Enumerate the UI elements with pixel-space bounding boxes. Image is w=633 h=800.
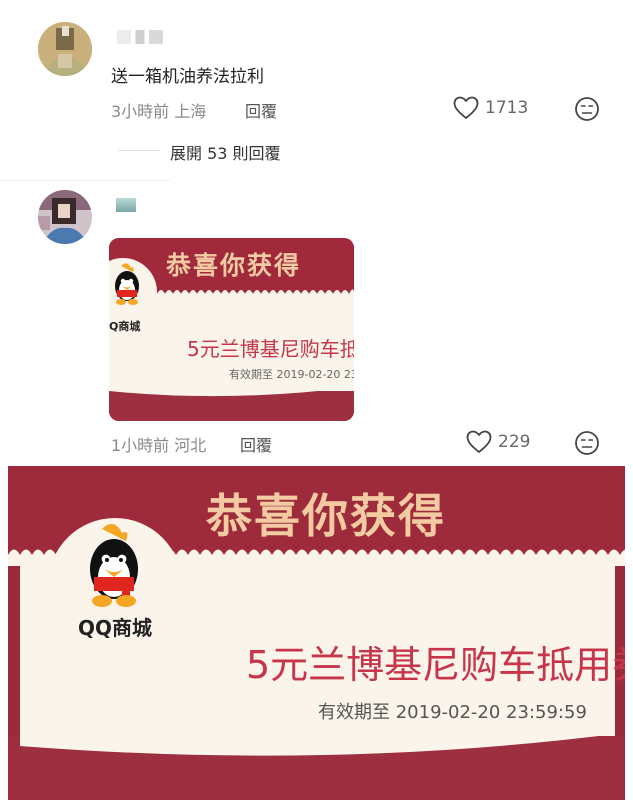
coupon-value: 5元兰博基尼购车抵 — [187, 337, 354, 361]
like-button[interactable]: 1713 — [453, 96, 528, 120]
reply-button[interactable]: 回覆 — [240, 432, 272, 456]
comment-time: 3小時前 — [111, 102, 170, 121]
coupon-title: 恭喜你获得 — [206, 489, 446, 543]
reaction-button[interactable] — [574, 430, 600, 460]
avatar[interactable] — [38, 22, 92, 76]
heart-icon — [466, 430, 492, 453]
username-blurred[interactable] — [117, 30, 163, 44]
coupon-wave — [109, 385, 354, 397]
coupon-title: 恭喜你获得 — [166, 251, 302, 280]
comment-location: 河北 — [174, 436, 207, 455]
comment-meta: 1小時前 河北 — [111, 432, 206, 456]
coupon-image-thumbnail[interactable]: 恭喜你获得 Q商城 5元兰博基尼购车抵 有效期至 2019-02-20 23 — [109, 238, 354, 421]
emoji-neutral-icon — [575, 431, 599, 455]
avatar-image — [38, 22, 92, 76]
reaction-button[interactable] — [574, 96, 600, 126]
comment-location: 上海 — [174, 102, 207, 121]
username-blurred[interactable] — [116, 198, 136, 212]
expand-replies-button[interactable]: 展開 53 則回覆 — [170, 140, 281, 164]
avatar-image — [38, 190, 92, 244]
coupon-expiry: 有效期至 2019-02-20 23:59:59 — [318, 702, 587, 723]
coupon-brand: Q商城 — [109, 320, 141, 333]
coupon-wave — [20, 728, 615, 756]
like-count: 1713 — [485, 98, 529, 118]
coupon-value: 5元兰博基尼购车抵用券 — [246, 643, 625, 687]
expand-divider — [118, 150, 160, 151]
coupon-brand: QQ商城 — [78, 616, 153, 640]
qq-penguin-icon — [115, 263, 139, 305]
comment-meta: 3小時前 上海 — [111, 98, 206, 122]
heart-icon — [453, 96, 479, 119]
qq-penguin-icon — [90, 523, 138, 607]
emoji-neutral-icon — [575, 97, 599, 121]
comment-text: 送一箱机油养法拉利 — [111, 67, 264, 87]
like-count: 229 — [498, 432, 531, 452]
coupon-image-large: 恭喜你获得 QQ商城 5元兰博基尼购车抵用券 有效期至 2019-02-20 2… — [8, 466, 625, 800]
comment-time: 1小時前 — [111, 436, 170, 455]
coupon-expiry: 有效期至 2019-02-20 23 — [229, 368, 354, 381]
like-button[interactable]: 229 — [466, 430, 530, 454]
section-divider — [0, 180, 170, 181]
reply-button[interactable]: 回覆 — [245, 98, 277, 122]
avatar[interactable] — [38, 190, 92, 244]
